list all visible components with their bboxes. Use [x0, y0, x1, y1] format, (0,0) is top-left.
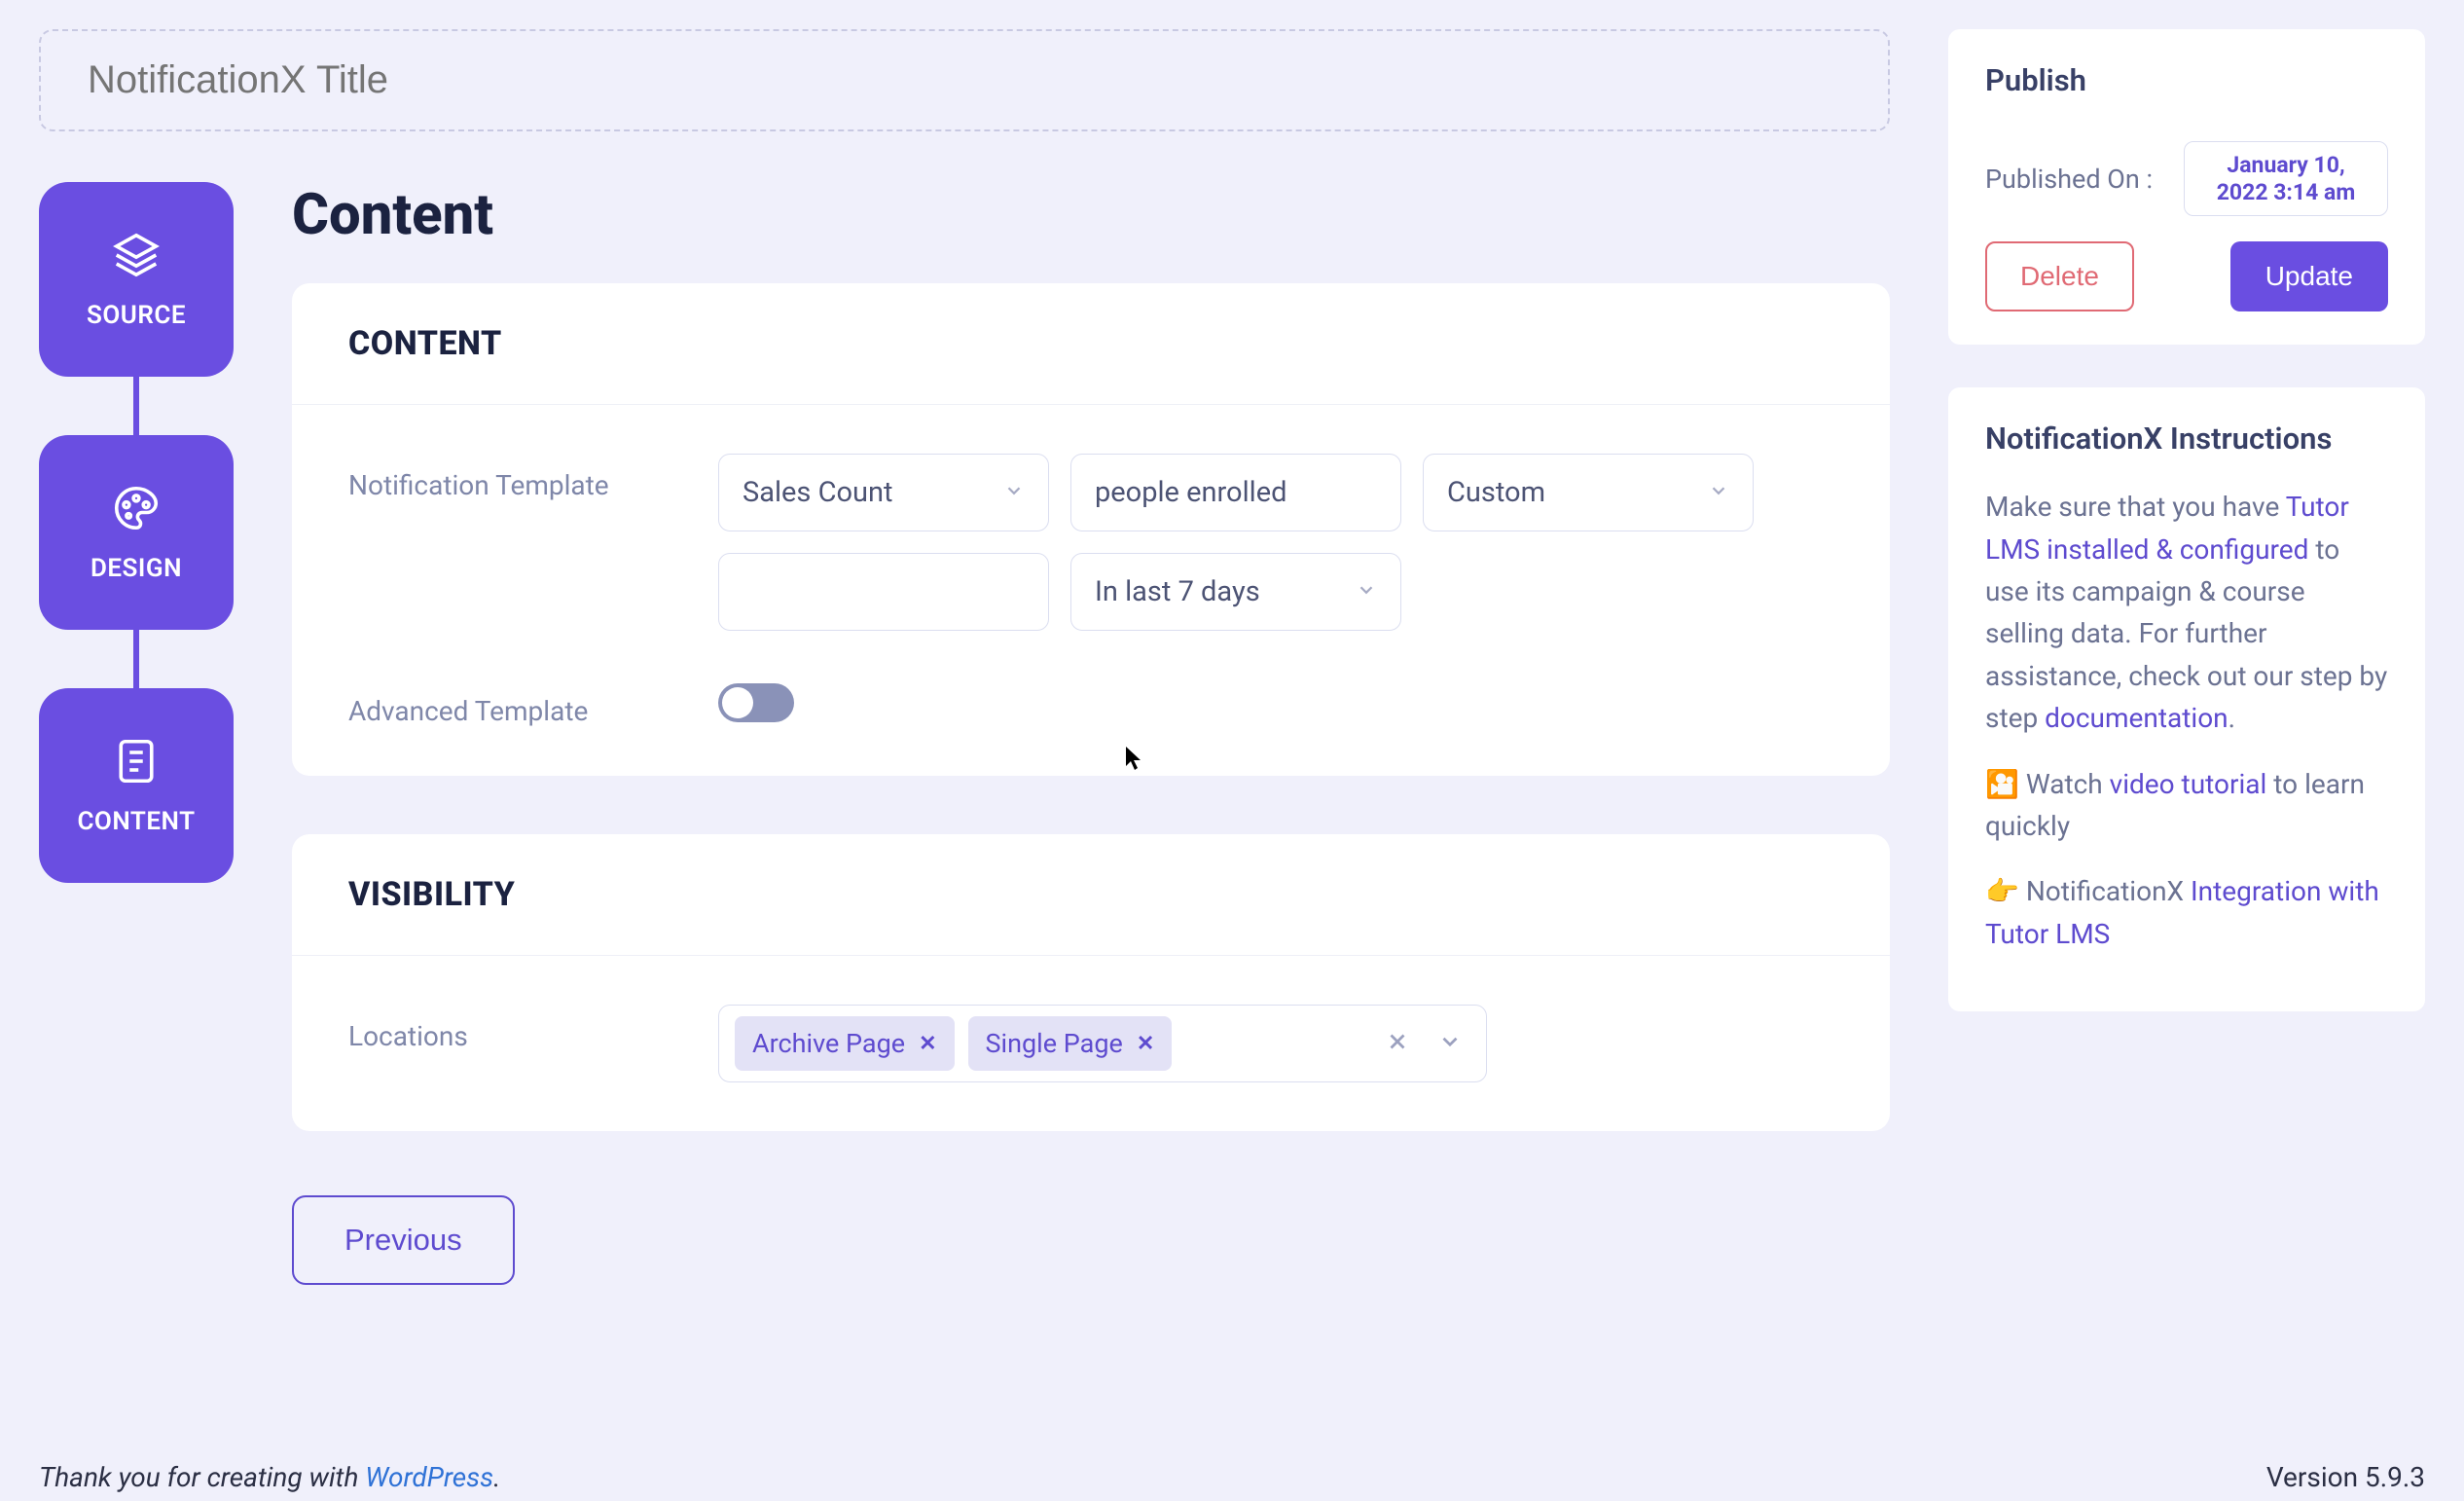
publish-panel-title: Publish	[1985, 62, 2388, 98]
content-card-header: CONTENT	[348, 324, 1833, 363]
version-label: Version 5.9.3	[2266, 1461, 2425, 1493]
layers-icon	[110, 229, 163, 285]
locations-multiselect[interactable]: Archive Page ✕ Single Page ✕	[718, 1005, 1487, 1082]
instructions-panel: NotificationX Instructions Make sure tha…	[1948, 387, 2425, 1011]
template-select-1-value: Sales Count	[743, 476, 893, 509]
step-source[interactable]: SOURCE	[39, 182, 234, 377]
previous-button[interactable]: Previous	[292, 1195, 515, 1285]
locations-tags: Archive Page ✕ Single Page ✕	[735, 1016, 1365, 1071]
template-select-5-value: In last 7 days	[1095, 575, 1260, 608]
remove-tag-icon[interactable]: ✕	[919, 1032, 936, 1056]
template-text-2[interactable]: people enrolled	[1070, 454, 1401, 531]
chevron-down-icon	[1708, 476, 1729, 509]
chevron-down-icon	[1003, 476, 1025, 509]
text: .	[2228, 702, 2235, 734]
chevron-down-icon	[1356, 575, 1377, 608]
step-connector	[133, 377, 139, 435]
notification-template-label: Notification Template	[348, 454, 699, 501]
locations-label: Locations	[348, 1005, 699, 1052]
template-text-2-value: people enrolled	[1095, 476, 1286, 509]
visibility-card: VISIBILITY Locations Archive Page ✕	[292, 834, 1890, 1131]
remove-tag-icon[interactable]: ✕	[1137, 1032, 1154, 1056]
notification-title-input[interactable]	[39, 29, 1890, 131]
content-card: CONTENT Notification Template Sales Coun…	[292, 283, 1890, 776]
documentation-link[interactable]: documentation	[2045, 702, 2228, 734]
step-design[interactable]: DESIGN	[39, 435, 234, 630]
video-icon: 🎦	[1985, 768, 2019, 800]
template-select-1[interactable]: Sales Count	[718, 454, 1049, 531]
location-tag-label: Archive Page	[752, 1028, 905, 1059]
instructions-p1: Make sure that you have Tutor LMS instal…	[1985, 486, 2388, 739]
instructions-title: NotificationX Instructions	[1985, 421, 2388, 457]
page-title: Content	[292, 182, 1890, 248]
published-date[interactable]: January 10, 2022 3:14 am	[2184, 141, 2388, 216]
wordpress-link[interactable]: WordPress	[365, 1461, 493, 1493]
toggle-knob	[722, 687, 753, 718]
advanced-template-label: Advanced Template	[348, 679, 699, 727]
video-tutorial-link[interactable]: video tutorial	[2110, 768, 2267, 800]
step-nav: SOURCE DESIGN	[39, 182, 234, 1285]
template-select-3[interactable]: Custom	[1423, 454, 1754, 531]
delete-button[interactable]: Delete	[1985, 241, 2134, 311]
pointing-icon: 👉	[1985, 875, 2019, 907]
instructions-p3: 👉 NotificationX Integration with Tutor L…	[1985, 870, 2388, 955]
location-tag-label: Single Page	[986, 1028, 1123, 1059]
palette-icon	[110, 482, 163, 538]
visibility-card-header: VISIBILITY	[348, 875, 1833, 914]
location-tag-archive-page: Archive Page ✕	[735, 1016, 955, 1071]
step-content[interactable]: CONTENT	[39, 688, 234, 883]
chevron-down-icon[interactable]	[1430, 1029, 1470, 1058]
instructions-p2: 🎦 Watch video tutorial to learn quickly	[1985, 763, 2388, 848]
clear-icon[interactable]	[1377, 1029, 1418, 1058]
text: Thank you for creating with	[39, 1461, 365, 1493]
publish-panel: Publish Published On : January 10, 2022 …	[1948, 29, 2425, 345]
step-content-label: CONTENT	[77, 807, 195, 836]
advanced-template-toggle[interactable]	[718, 683, 794, 722]
text: .	[493, 1461, 500, 1493]
footer-credit: Thank you for creating with WordPress.	[39, 1461, 500, 1493]
template-select-3-value: Custom	[1447, 476, 1545, 509]
published-on-label: Published On :	[1985, 164, 2153, 195]
footer: Thank you for creating with WordPress. V…	[0, 1461, 2464, 1501]
text: Watch	[2019, 768, 2110, 800]
document-icon	[110, 735, 163, 791]
template-select-5[interactable]: In last 7 days	[1070, 553, 1401, 631]
location-tag-single-page: Single Page ✕	[968, 1016, 1173, 1071]
step-design-label: DESIGN	[91, 554, 182, 583]
text: NotificationX	[2019, 875, 2191, 907]
text: Make sure that you have	[1985, 491, 2286, 523]
update-button[interactable]: Update	[2230, 241, 2388, 311]
template-text-4[interactable]	[718, 553, 1049, 631]
step-source-label: SOURCE	[87, 301, 186, 330]
step-connector	[133, 630, 139, 688]
